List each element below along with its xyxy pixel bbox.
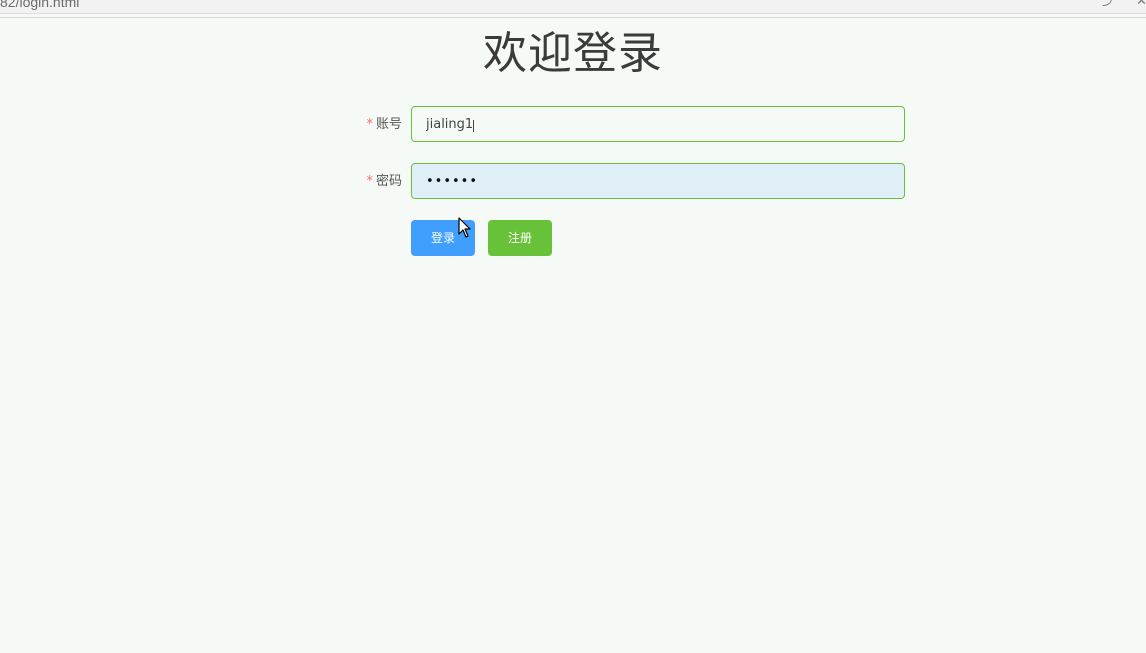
address-bar-url[interactable]: 82/login.html bbox=[0, 0, 79, 10]
password-row: * 密码 bbox=[360, 163, 920, 201]
required-mark: * bbox=[366, 117, 373, 132]
required-mark: * bbox=[366, 174, 373, 189]
text-cursor bbox=[473, 120, 474, 132]
account-row: * 账号 bbox=[360, 106, 920, 144]
page-title: 欢迎登录 bbox=[483, 28, 663, 79]
toolbar-divider bbox=[0, 17, 1146, 18]
browser-toolbar: 82/login.html ⤴ ✕ bbox=[0, 0, 1146, 14]
password-label: * 密码 bbox=[360, 173, 402, 191]
account-label: * 账号 bbox=[360, 116, 402, 134]
password-input[interactable] bbox=[411, 163, 905, 199]
close-icon[interactable]: ✕ bbox=[1136, 0, 1146, 9]
share-icon[interactable]: ⤴ bbox=[1102, 0, 1115, 9]
account-label-text: 账号 bbox=[375, 117, 402, 132]
mouse-cursor-icon bbox=[458, 217, 471, 238]
account-input[interactable] bbox=[411, 106, 905, 142]
password-label-text: 密码 bbox=[375, 174, 402, 189]
register-button[interactable]: 注册 bbox=[488, 220, 552, 256]
